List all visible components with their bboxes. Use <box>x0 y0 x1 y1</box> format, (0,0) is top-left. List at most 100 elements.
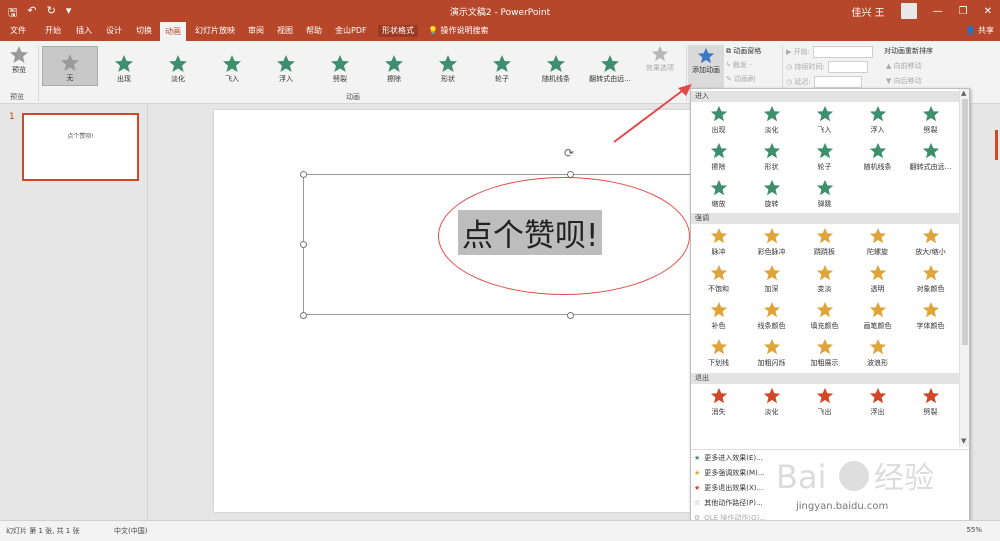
exit-effect-item[interactable]: 消失 <box>692 387 745 423</box>
entrance-effect-item[interactable]: 浮入 <box>851 105 904 141</box>
ribbon-effect-1[interactable]: 出现 <box>96 46 152 86</box>
emphasis-effect-item[interactable]: 加粗闪烁 <box>745 338 798 374</box>
ribbon-effect-3[interactable]: 飞入 <box>204 46 260 86</box>
tab-shape-format[interactable]: 形状格式 <box>378 25 418 37</box>
status-bar: 幻灯片 第 1 张, 共 1 张 中文(中国) 55% <box>0 520 1000 541</box>
vertical-scrollbar[interactable] <box>988 104 1000 520</box>
entrance-effect-item[interactable]: 缩放 <box>692 179 745 215</box>
delay-field[interactable]: ◷ 延迟: <box>786 76 862 88</box>
emphasis-effect-item[interactable]: 补色 <box>692 301 745 337</box>
entrance-effect-item[interactable]: 随机线条 <box>851 142 904 178</box>
tab-file[interactable]: 文件 <box>10 25 26 37</box>
more-exit-effects[interactable]: ★ 更多退出效果(X)... <box>694 483 763 493</box>
effect-label: 加深 <box>764 285 779 293</box>
ribbon-effect-6[interactable]: 擦除 <box>366 46 422 86</box>
tab-slideshow[interactable]: 幻灯片放映 <box>195 25 235 37</box>
effect-options-button[interactable]: 效果选项 <box>638 45 682 73</box>
avatar[interactable] <box>900 3 917 19</box>
ribbon-effect-8[interactable]: 轮子 <box>474 46 530 86</box>
emphasis-effect-item[interactable]: 加深 <box>745 264 798 300</box>
resize-handle[interactable] <box>567 312 574 319</box>
restore-button[interactable]: ❐ <box>959 6 968 17</box>
entrance-effect-item[interactable]: 形状 <box>745 142 798 178</box>
emphasis-effect-item[interactable]: 透明 <box>851 264 904 300</box>
emphasis-effect-item[interactable]: 彩色脉冲 <box>745 227 798 263</box>
exit-effect-item[interactable]: 飞出 <box>798 387 851 423</box>
slide-canvas[interactable]: ⟳ 点个赞呗! <box>214 110 703 512</box>
start-field[interactable]: ▶ 开始: <box>786 46 873 58</box>
exit-effect-item[interactable]: 浮出 <box>851 387 904 423</box>
entrance-effect-item[interactable]: 翻转式由远... <box>904 142 957 178</box>
tab-help[interactable]: 帮助 <box>306 25 322 37</box>
animation-pane-button[interactable]: ⧉ 动画窗格 <box>726 46 761 56</box>
move-earlier-button[interactable]: ▲ 向前移动 <box>886 61 922 71</box>
tab-tell-me[interactable]: 💡 操作说明搜索 <box>428 25 489 37</box>
emphasis-effect-item[interactable]: 画笔颜色 <box>851 301 904 337</box>
tab-home[interactable]: 开始 <box>45 25 61 37</box>
exit-effect-item[interactable]: 淡化 <box>745 387 798 423</box>
emphasis-effect-item[interactable]: 填充颜色 <box>798 301 851 337</box>
duration-field[interactable]: ◷ 持续时间: <box>786 61 868 73</box>
more-emphasis-effects[interactable]: ★ 更多强调效果(M)... <box>694 468 764 478</box>
entrance-effect-item[interactable]: 弹跳 <box>798 179 851 215</box>
resize-handle[interactable] <box>300 171 307 178</box>
more-entrance-effects[interactable]: ★ 更多进入效果(E)... <box>694 453 763 463</box>
scroll-thumb[interactable] <box>995 130 998 160</box>
ribbon-effect-2[interactable]: 淡化 <box>150 46 206 86</box>
emphasis-effect-item[interactable]: 字体颜色 <box>904 301 957 337</box>
scroll-down-icon[interactable]: ▼ <box>961 437 966 445</box>
slide-thumbnail[interactable]: 点个赞呗! <box>22 113 139 181</box>
user-name[interactable]: 佳兴 王 <box>851 4 884 19</box>
tab-design[interactable]: 设计 <box>106 25 122 37</box>
gallery-scrollbar[interactable]: ▲ ▼ <box>959 89 969 447</box>
ribbon-effect-5[interactable]: 劈裂 <box>312 46 368 86</box>
animation-painter-button[interactable]: ✎ 动画刷 <box>726 74 755 84</box>
emphasis-effect-item[interactable]: 波浪形 <box>851 338 904 374</box>
scroll-up-icon[interactable]: ▲ <box>961 89 966 97</box>
resize-handle[interactable] <box>300 312 307 319</box>
emphasis-effect-item[interactable]: 陀螺旋 <box>851 227 904 263</box>
emphasis-effect-item[interactable]: 加粗展示 <box>798 338 851 374</box>
ribbon-effect-7[interactable]: 形状 <box>420 46 476 86</box>
tab-transitions[interactable]: 切换 <box>136 25 152 37</box>
start-select[interactable] <box>812 46 873 58</box>
emphasis-effect-item[interactable]: 跷跷板 <box>798 227 851 263</box>
emphasis-effect-item[interactable]: 下划线 <box>692 338 745 374</box>
delay-input[interactable] <box>813 76 862 88</box>
entrance-effect-item[interactable]: 旋转 <box>745 179 798 215</box>
share-button[interactable]: 👤 共享 <box>965 25 994 36</box>
emphasis-effect-item[interactable]: 变淡 <box>798 264 851 300</box>
rotate-handle-icon[interactable]: ⟳ <box>564 146 574 160</box>
zoom-level[interactable]: 55% <box>966 526 982 534</box>
tab-view[interactable]: 视图 <box>277 25 293 37</box>
emphasis-effect-item[interactable]: 不饱和 <box>692 264 745 300</box>
ribbon-effect-9[interactable]: 随机线条 <box>528 46 584 86</box>
move-later-button[interactable]: ▼ 向后移动 <box>886 76 922 86</box>
entrance-effect-item[interactable]: 飞入 <box>798 105 851 141</box>
trigger-button[interactable]: ϟ 触发 - <box>726 60 752 70</box>
minimize-button[interactable]: — <box>933 6 943 17</box>
entrance-effect-item[interactable]: 出现 <box>692 105 745 141</box>
entrance-effect-item[interactable]: 劈裂 <box>904 105 957 141</box>
emphasis-effect-item[interactable]: 放大/缩小 <box>904 227 957 263</box>
resize-handle[interactable] <box>300 241 307 248</box>
emphasis-effect-item[interactable]: 对象颜色 <box>904 264 957 300</box>
language-status[interactable]: 中文(中国) <box>114 526 147 536</box>
emphasis-effect-item[interactable]: 线条颜色 <box>745 301 798 337</box>
entrance-effect-item[interactable]: 淡化 <box>745 105 798 141</box>
ribbon-effect-0[interactable]: 无 <box>42 46 98 86</box>
close-button[interactable]: ✕ <box>984 6 992 17</box>
ribbon-effect-4[interactable]: 浮入 <box>258 46 314 86</box>
entrance-effect-item[interactable]: 轮子 <box>798 142 851 178</box>
preview-button[interactable]: 预览 <box>6 45 32 75</box>
other-motion-paths[interactable]: ☆ 其他动作路径(P)... <box>694 498 763 508</box>
tab-insert[interactable]: 插入 <box>76 25 92 37</box>
tab-review[interactable]: 审阅 <box>248 25 264 37</box>
duration-input[interactable] <box>827 61 868 73</box>
tab-animations[interactable]: 动画 <box>160 22 186 41</box>
emphasis-effect-item[interactable]: 脉冲 <box>692 227 745 263</box>
exit-effect-item[interactable]: 劈裂 <box>904 387 957 423</box>
tab-kingsoft-pdf[interactable]: 金山PDF <box>335 25 367 37</box>
entrance-effect-item[interactable]: 擦除 <box>692 142 745 178</box>
gallery-scroll-thumb[interactable] <box>962 99 968 345</box>
